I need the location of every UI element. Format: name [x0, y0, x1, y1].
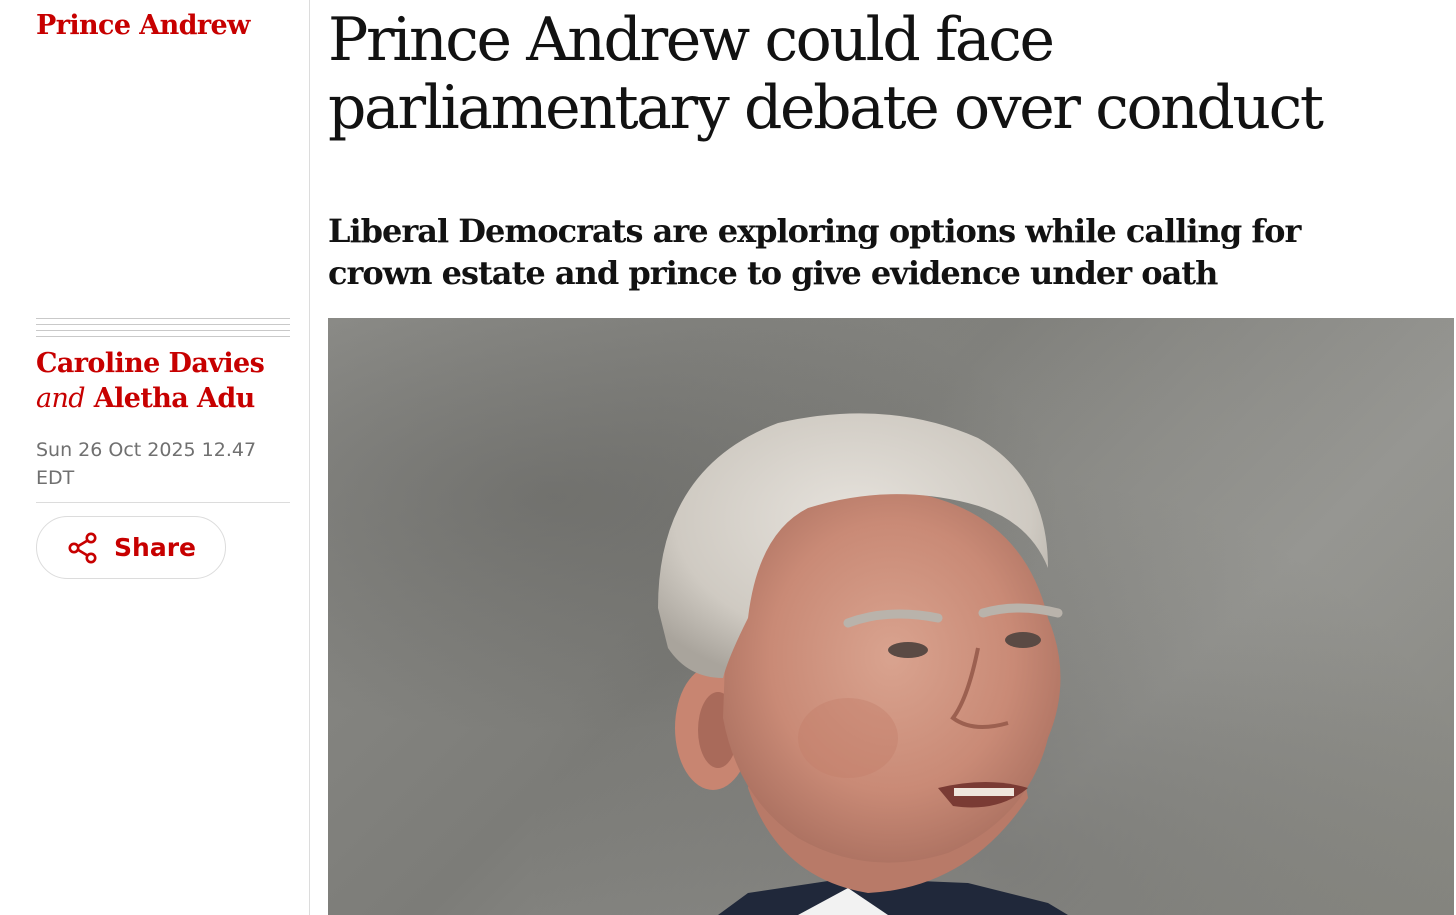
section-link[interactable]: Prince Andrew	[36, 10, 250, 41]
byline-conjunction: and	[36, 383, 86, 414]
article-standfirst: Liberal Democrats are exploring options …	[328, 212, 1301, 292]
meta-divider-lines	[36, 318, 290, 342]
meta-divider	[36, 502, 290, 503]
dateline: Sun 26 Oct 2025 12.47 EDT	[36, 439, 257, 489]
share-icon	[66, 531, 100, 565]
portrait-illustration	[658, 413, 1068, 915]
share-button[interactable]: Share	[36, 516, 226, 579]
author-link-caroline-davies[interactable]: Caroline Davies	[36, 348, 265, 379]
column-divider	[309, 0, 310, 915]
author-link-aletha-adu[interactable]: Aletha Adu	[94, 383, 255, 414]
main-article-photo	[328, 318, 1454, 915]
article-headline: Prince Andrew could face parliamentary d…	[328, 5, 1324, 143]
byline: Caroline Davies and Aletha Adu	[36, 346, 296, 416]
article-meta-column: Prince Andrew Caroline Davies and Aletha…	[0, 0, 309, 915]
share-button-label: Share	[114, 533, 196, 562]
